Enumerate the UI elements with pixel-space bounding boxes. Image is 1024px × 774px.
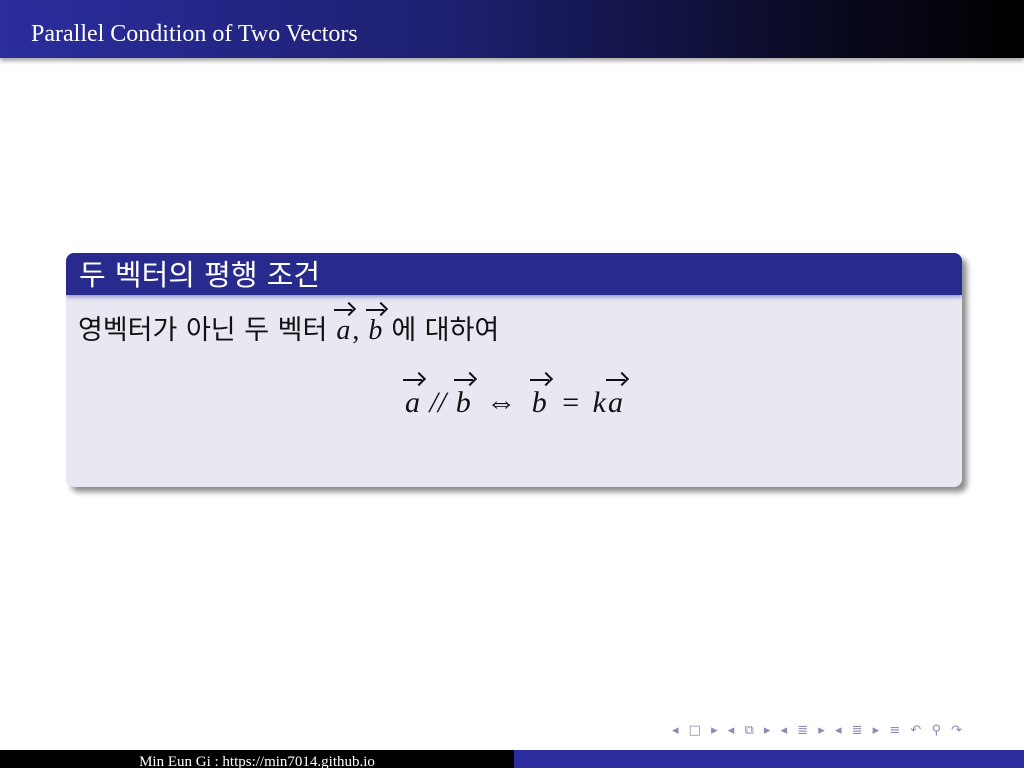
block-header: 두 벡터의 평행 조건 [66, 253, 962, 295]
scalar-k: k [592, 386, 606, 419]
iff-symbol: ⇔ [486, 386, 517, 419]
nav-doc-icon[interactable]: ≣ [852, 723, 864, 738]
vector-b: b [366, 309, 385, 349]
nav-frame-icon[interactable]: □ [689, 723, 702, 738]
nav-forward-icon[interactable]: ↷ [951, 723, 963, 738]
nav-search-icon[interactable]: ⚲ [931, 723, 942, 738]
formula-vector-b: b [453, 379, 473, 423]
vector-a: a [334, 309, 353, 349]
formula-vector-a: a [403, 379, 423, 423]
nav-subsection-icon[interactable]: ⧉ [744, 723, 754, 738]
footer-author-bar: Min Eun Gi : https://min7014.github.io [0, 750, 514, 770]
statement-prefix: 영벡터가 아닌 두 벡터 [78, 315, 328, 346]
nav-next-section-icon[interactable]: ▸ [818, 723, 826, 738]
nav-back-icon[interactable]: ↶ [910, 723, 922, 738]
formula-vector-b-2: b [529, 379, 549, 423]
nav-next-frame-icon[interactable]: ▸ [711, 723, 719, 738]
nav-prev-frame-icon[interactable]: ◂ [672, 723, 680, 738]
frame-title: Parallel Condition of Two Vectors [31, 21, 358, 47]
theorem-block: 두 벡터의 평행 조건 영벡터가 아닌 두 벡터 a, b 에 대하여 a //… [66, 253, 962, 487]
beamer-navigation: ◂ □ ▸ ◂ ⧉ ▸ ◂ ≣ ▸ ◂ ≣ ▸ ≡ ↶ ⚲ ↷ [672, 723, 967, 743]
nav-prev-section-icon[interactable]: ◂ [781, 723, 789, 738]
footer-author: Min Eun Gi : https://min7014.github.io [139, 754, 375, 770]
nav-prev-doc-icon[interactable]: ◂ [835, 723, 843, 738]
footer-bar-right [514, 750, 1024, 768]
nav-next-subsection-icon[interactable]: ▸ [764, 723, 772, 738]
nav-next-doc-icon[interactable]: ▸ [873, 723, 881, 738]
header-bar: Parallel Condition of Two Vectors [0, 0, 1024, 58]
block-statement: 영벡터가 아닌 두 벡터 a, b 에 대하여 [78, 309, 500, 349]
nav-prev-subsection-icon[interactable]: ◂ [728, 723, 736, 738]
equals-symbol: = [562, 386, 580, 419]
comma: , [352, 315, 360, 346]
block-title: 두 벡터의 평행 조건 [79, 258, 321, 292]
nav-section-icon[interactable]: ≣ [797, 723, 809, 738]
nav-toc-icon[interactable]: ≡ [889, 723, 901, 738]
parallel-formula: a // b ⇔ b = ka [66, 379, 962, 423]
statement-suffix: 에 대하여 [391, 315, 500, 346]
parallel-symbol: // [429, 386, 447, 419]
formula-vector-a-2: a [605, 379, 625, 423]
